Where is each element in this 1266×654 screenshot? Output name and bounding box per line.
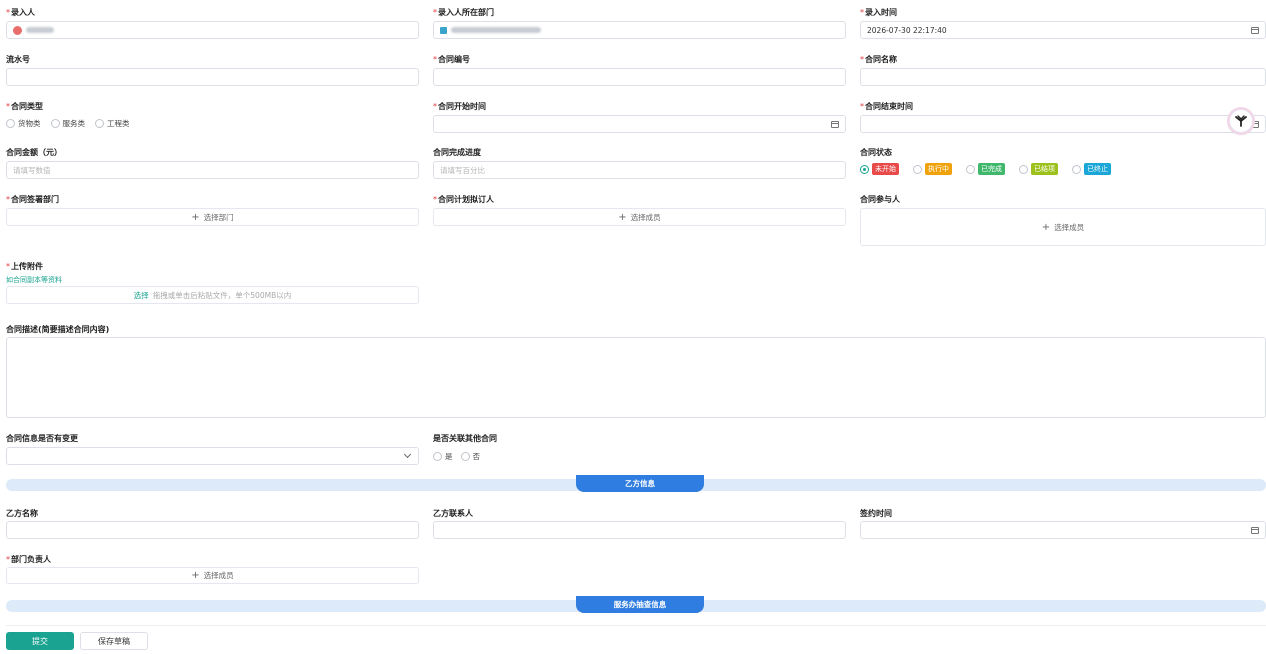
status-option-in-progress[interactable]: 执行中 [913, 163, 952, 175]
save-draft-button[interactable]: 保存草稿 [80, 632, 148, 650]
status-option-closed[interactable]: 已结项 [1019, 163, 1058, 175]
description-label: 合同描述(简要描述合同内容) [6, 325, 110, 334]
chevron-down-icon [403, 450, 412, 459]
dept-name-redacted [451, 27, 541, 33]
contract-name-input[interactable] [860, 68, 1266, 86]
amount-label: 合同金额（元） [6, 148, 62, 157]
description-textarea[interactable] [6, 337, 1266, 418]
end-date-input[interactable] [860, 115, 1266, 133]
changed-select[interactable] [6, 447, 419, 465]
assistant-float-button[interactable] [1229, 109, 1253, 133]
linked-radio-group: 是 否 [433, 451, 480, 462]
type-option-goods[interactable]: 货物类 [6, 118, 41, 129]
amount-input[interactable]: 请填写数值 [6, 161, 419, 179]
contract-name-label: *合同名称 [860, 55, 897, 64]
linked-option-no[interactable]: 否 [460, 451, 480, 462]
participants-picker[interactable]: + 选择成员 [860, 208, 1266, 246]
contract-no-label: *合同编号 [433, 55, 470, 64]
service-section-title: 服务办抽查信息 [576, 596, 704, 613]
party-b-section-title: 乙方信息 [576, 475, 704, 492]
type-label: *合同类型 [6, 102, 43, 111]
dept-label: *录入人所在部门 [433, 8, 494, 17]
progress-label: 合同完成进度 [433, 148, 481, 157]
type-option-service[interactable]: 服务类 [50, 118, 85, 129]
status-label: 合同状态 [860, 148, 892, 157]
linked-label: 是否关联其他合同 [433, 434, 497, 443]
calendar-icon[interactable] [1251, 27, 1259, 34]
plus-icon: + [191, 570, 200, 581]
entrant-name-redacted [26, 27, 54, 33]
serial-input[interactable] [6, 68, 419, 86]
sign-dept-picker[interactable]: + 选择部门 [6, 208, 419, 226]
time-value: 2026-07-30 22:17:40 [867, 25, 947, 35]
start-label: *合同开始时间 [433, 102, 486, 111]
attachment-drop-text: 拖拽或单击后粘贴文件，单个500MB以内 [152, 290, 292, 300]
attachment-label: *上传附件 [6, 262, 43, 271]
party-b-contact-label: 乙方联系人 [433, 509, 473, 518]
plus-icon: + [618, 211, 627, 223]
attachment-select-link[interactable]: 选择 [134, 290, 149, 301]
time-field[interactable]: 2026-07-30 22:17:40 [860, 21, 1266, 39]
plus-icon: + [1041, 221, 1051, 233]
start-date-input[interactable] [433, 115, 846, 133]
changed-label: 合同信息是否有变更 [6, 434, 78, 443]
participants-label: 合同参与人 [860, 195, 900, 204]
type-option-engineering[interactable]: 工程类 [95, 118, 130, 129]
status-radio-group: 未开始 执行中 已完成 已结项 已终止 [860, 163, 1111, 175]
assistant-logo-icon [1235, 115, 1247, 127]
status-option-terminated[interactable]: 已终止 [1072, 163, 1111, 175]
dept-head-label: *部门负责人 [6, 555, 51, 564]
end-label: *合同结束时间 [860, 102, 913, 111]
serial-label: 流水号 [6, 55, 30, 64]
contract-no-input[interactable] [433, 68, 846, 86]
footer-divider [6, 625, 1266, 626]
drafter-label: *合同计划拟订人 [433, 195, 494, 204]
calendar-icon[interactable] [1251, 527, 1259, 534]
party-b-contact-input[interactable] [433, 521, 846, 539]
dept-field[interactable] [433, 21, 846, 39]
sign-time-label: 签约时间 [860, 509, 892, 518]
calendar-icon[interactable] [831, 121, 839, 128]
entrant-label: *录入人 [6, 8, 35, 17]
dept-icon [440, 26, 447, 34]
party-b-name-label: 乙方名称 [6, 509, 38, 518]
avatar [13, 25, 22, 35]
progress-input[interactable]: 请填写百分比 [433, 161, 846, 179]
time-label: *录入时间 [860, 8, 897, 17]
drafter-picker[interactable]: + 选择成员 [433, 208, 846, 226]
dept-head-picker[interactable]: + 选择成员 [6, 567, 419, 584]
sign-time-input[interactable] [860, 521, 1266, 539]
status-option-completed[interactable]: 已完成 [966, 163, 1005, 175]
submit-button[interactable]: 提交 [6, 632, 74, 650]
party-b-name-input[interactable] [6, 521, 419, 539]
plus-icon: + [191, 211, 200, 223]
status-option-not-started[interactable]: 未开始 [860, 163, 899, 175]
attachment-hint: 如合同副本等资料 [6, 276, 62, 284]
linked-option-yes[interactable]: 是 [433, 451, 453, 462]
entrant-field[interactable] [6, 21, 419, 39]
type-radio-group: 货物类 服务类 工程类 [6, 118, 130, 129]
attachment-dropzone[interactable]: 选择 拖拽或单击后粘贴文件，单个500MB以内 [6, 286, 419, 304]
sign-dept-label: *合同签署部门 [6, 195, 59, 204]
